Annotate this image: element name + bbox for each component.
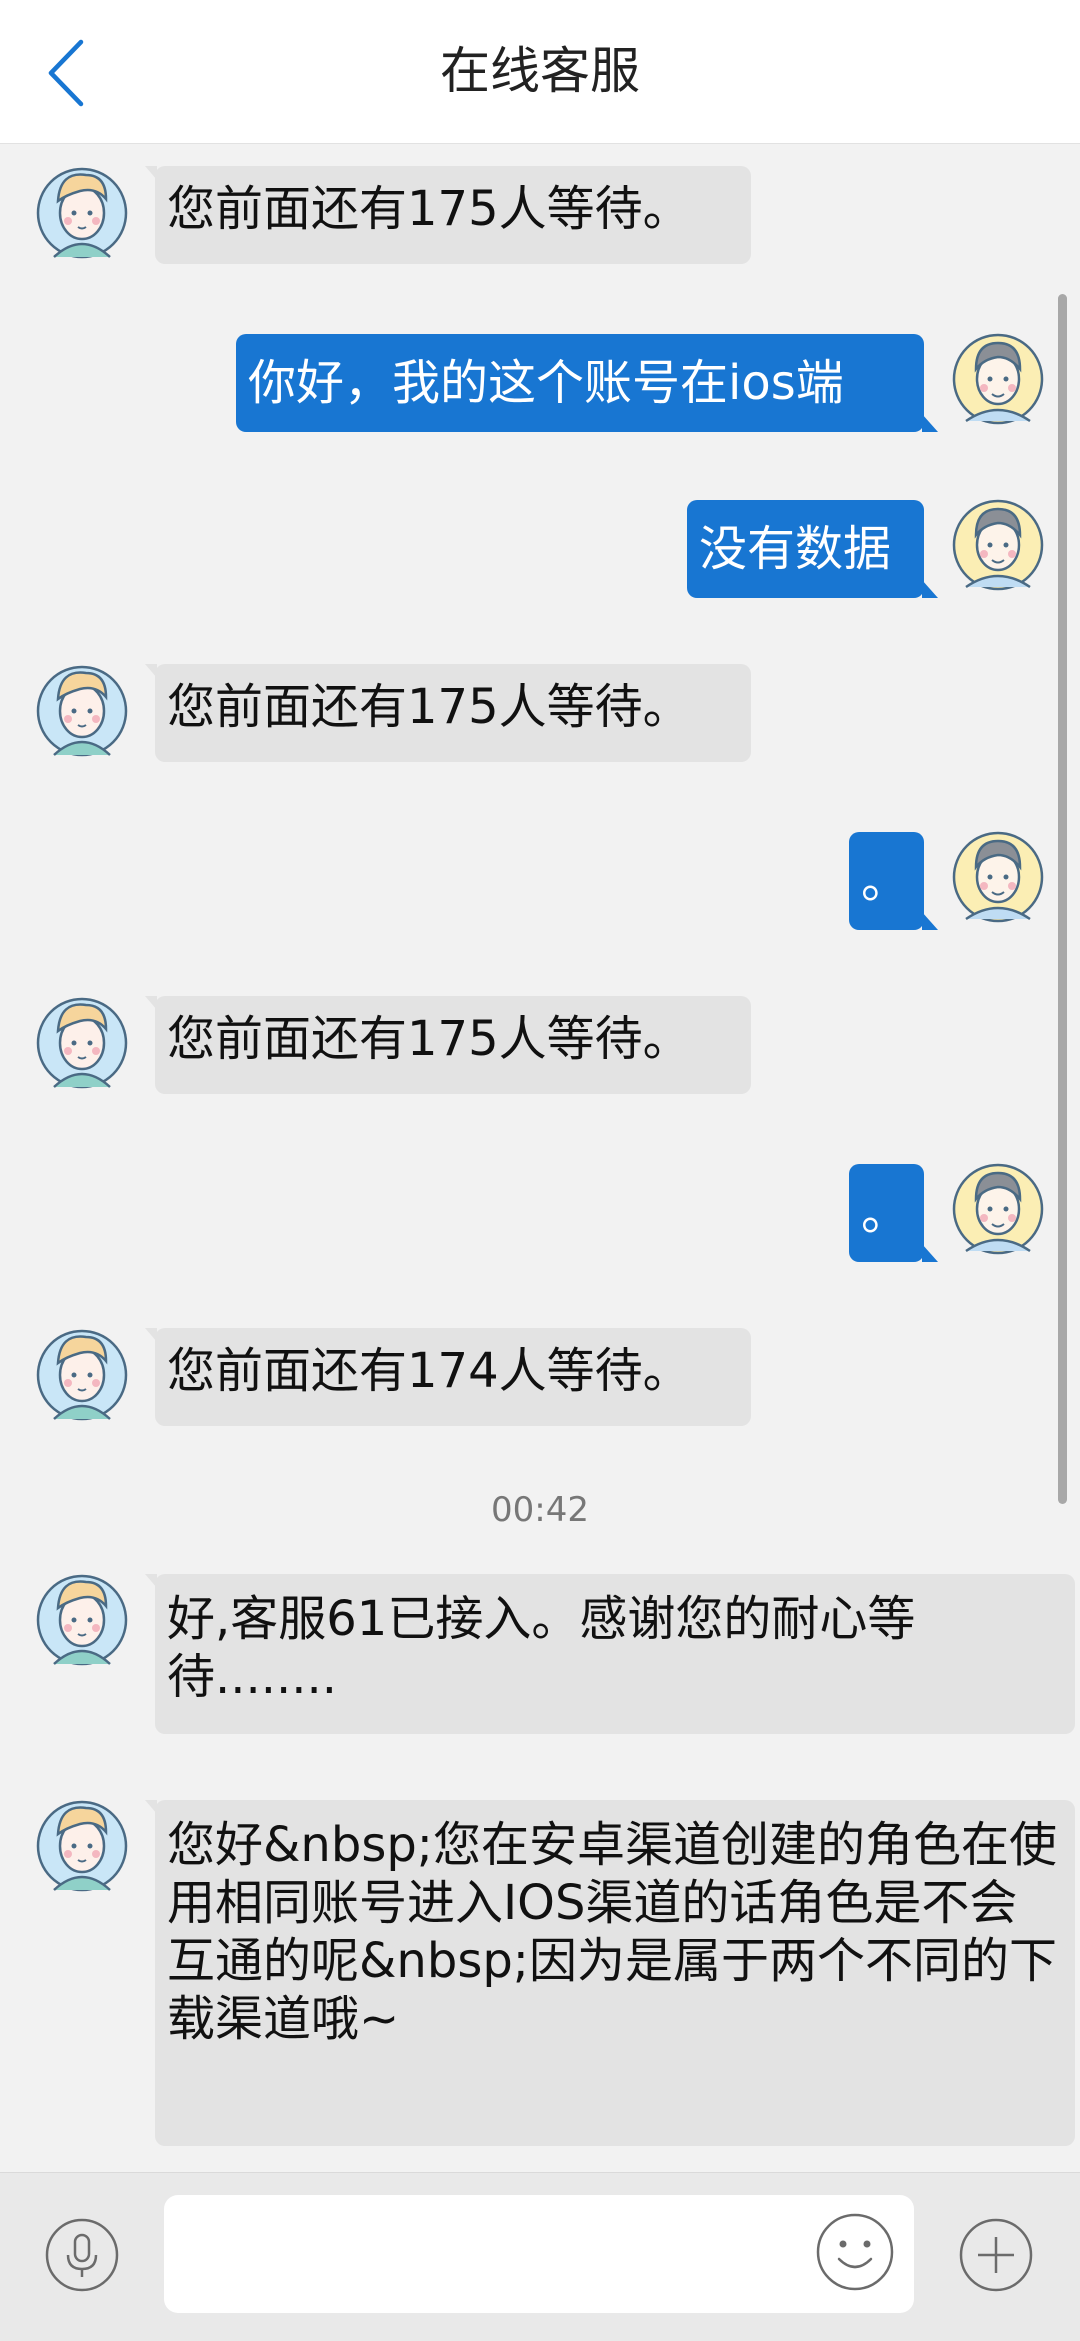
app-header: 在线客服 [0, 0, 1080, 144]
page-title: 在线客服 [440, 42, 640, 100]
user-avatar-icon [952, 333, 1044, 425]
message-bubble[interactable]: 您好&nbsp;您在安卓渠道创建的角色在使用相同账号进入IOS渠道的话角色是不会… [145, 1800, 1075, 2146]
message-bubble[interactable]: 。 [849, 1164, 938, 1262]
agent-avatar-icon [36, 1574, 128, 1666]
message-bubble[interactable]: 您前面还有175人等待。 [145, 664, 751, 762]
agent-avatar-icon [36, 997, 128, 1089]
agent-avatar-icon [36, 665, 128, 757]
voice-button[interactable] [44, 2217, 120, 2293]
user-avatar-icon [952, 499, 1044, 591]
chat-area[interactable]: 您前面还有175人等待。 你好，我的这个账号在ios端 没有数据 您前面还有17… [0, 144, 1080, 2172]
scrollbar[interactable] [1058, 294, 1067, 1504]
agent-avatar-icon [36, 1800, 128, 1892]
plus-icon [959, 2218, 1033, 2292]
message-timestamp: 00:42 [491, 1490, 589, 1530]
message-bubble[interactable]: 好,客服61已接入。感谢您的耐心等待........ [145, 1574, 1075, 1734]
microphone-icon [45, 2218, 119, 2292]
user-avatar-icon [952, 1163, 1044, 1255]
agent-avatar-icon [36, 167, 128, 259]
more-options-button[interactable] [958, 2217, 1034, 2293]
message-input[interactable] [164, 2195, 914, 2313]
smiley-icon [816, 2213, 894, 2291]
message-bubble[interactable]: 你好，我的这个账号在ios端 [236, 334, 938, 432]
message-bubble[interactable]: 您前面还有175人等待。 [145, 166, 751, 264]
message-bubble[interactable]: 没有数据 [687, 500, 938, 598]
message-bubble[interactable]: 您前面还有175人等待。 [145, 996, 751, 1094]
user-avatar-icon [952, 831, 1044, 923]
emoji-button[interactable] [814, 2211, 896, 2293]
message-bubble[interactable]: 。 [849, 832, 938, 930]
input-bar [0, 2172, 1080, 2341]
message-bubble[interactable]: 您前面还有174人等待。 [145, 1328, 751, 1426]
agent-avatar-icon [36, 1329, 128, 1421]
